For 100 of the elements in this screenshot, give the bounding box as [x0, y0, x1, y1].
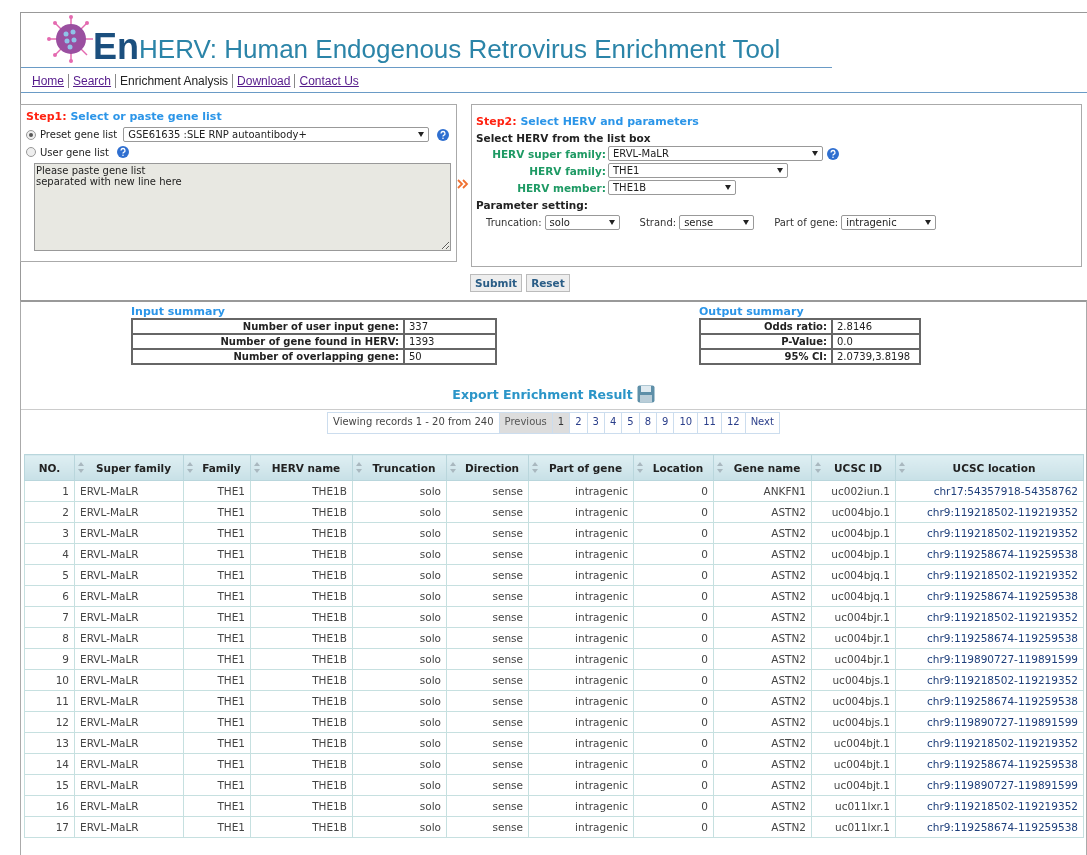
location-link[interactable]: chr9:119218502-119219352 [895, 669, 1084, 691]
summary-value: 2.8146 [832, 319, 920, 334]
table-cell: 0 [633, 774, 714, 796]
location-link[interactable]: chr9:119218502-119219352 [895, 732, 1084, 754]
table-cell: uc004bjr.1 [811, 648, 896, 670]
table-cell: uc004bjo.1 [811, 501, 896, 523]
table-cell: 0 [633, 543, 714, 565]
table-cell: ERVL-MaLR [74, 543, 184, 565]
table-cell: THE1B [250, 753, 353, 775]
column-header[interactable]: Super family [74, 454, 184, 481]
logo-text: En [93, 27, 139, 67]
column-header[interactable]: Location [633, 454, 714, 481]
table-cell: ASTN2 [713, 690, 812, 712]
table-cell: THE1 [183, 480, 251, 502]
location-link[interactable]: chr9:119218502-119219352 [895, 564, 1084, 586]
table-cell: ERVL-MaLR [74, 711, 184, 733]
herv-dropdown[interactable]: ERVL-MaLR [608, 146, 823, 161]
table-cell: solo [352, 606, 447, 628]
summary-label: 95% CI: [700, 349, 832, 364]
column-header[interactable]: Direction [446, 454, 529, 481]
nav-link[interactable]: Search [68, 74, 112, 88]
table-cell: ERVL-MaLR [74, 606, 184, 628]
table-cell: solo [352, 543, 447, 565]
table-cell: 0 [633, 501, 714, 523]
table-cell: sense [446, 585, 529, 607]
summary-value: 50 [404, 349, 496, 364]
option-label: Preset gene list [40, 129, 118, 140]
table-cell: intragenic [528, 501, 634, 523]
nav-link[interactable]: Contact Us [294, 74, 359, 88]
page-link[interactable]: 9 [656, 413, 674, 433]
parameter-dropdown[interactable]: sense [679, 215, 755, 230]
next-link[interactable]: Next [744, 413, 779, 433]
column-header[interactable]: NO. [24, 454, 75, 481]
field-label: HERV super family: [491, 147, 606, 160]
help-icon[interactable] [116, 146, 129, 158]
save-icon[interactable] [636, 385, 655, 403]
table-cell: intragenic [528, 585, 634, 607]
location-link[interactable]: chr9:119890727-119891599 [895, 774, 1084, 796]
column-header[interactable]: UCSC location [895, 454, 1084, 481]
location-link[interactable]: chr9:119258674-119259538 [895, 816, 1084, 838]
location-link[interactable]: chr9:119890727-119891599 [895, 648, 1084, 670]
location-link[interactable]: chr9:119258674-119259538 [895, 627, 1084, 649]
table-cell: sense [446, 711, 529, 733]
page-link[interactable]: 4 [603, 413, 622, 433]
reset-button[interactable]: Reset [526, 274, 570, 292]
table-cell: intragenic [528, 816, 634, 838]
column-header[interactable]: UCSC ID [811, 454, 896, 481]
table-cell: THE1B [250, 606, 353, 628]
nav-link[interactable]: Enrichment Analysis [115, 74, 229, 88]
table-cell: THE1 [183, 732, 251, 754]
page-link[interactable]: 8 [638, 413, 657, 433]
table-cell: THE1 [183, 606, 251, 628]
nav-link[interactable]: Home [32, 74, 64, 88]
nav-link[interactable]: Download [232, 74, 291, 88]
table-cell: intragenic [528, 543, 634, 565]
column-header[interactable]: HERV name [250, 454, 353, 481]
table-cell: intragenic [528, 690, 634, 712]
page-link[interactable]: 11 [697, 413, 721, 433]
radio-button[interactable] [26, 147, 36, 157]
table-cell: ASTN2 [713, 627, 812, 649]
location-link[interactable]: chr9:119218502-119219352 [895, 501, 1084, 523]
parameter-dropdown[interactable]: intragenic [841, 215, 937, 230]
table-cell: solo [352, 816, 447, 838]
gene-list-dropdown[interactable]: GSE61635 :SLE RNP autoantibody+ [123, 127, 430, 142]
help-icon[interactable] [437, 128, 450, 141]
location-link[interactable]: chr9:119258674-119259538 [895, 690, 1084, 712]
summary-title: Input summary [131, 305, 227, 318]
page-link[interactable]: 12 [720, 413, 745, 433]
location-link[interactable]: chr9:119258674-119259538 [895, 543, 1084, 565]
column-header[interactable]: Family [183, 454, 251, 481]
table-cell: solo [352, 732, 447, 754]
herv-dropdown[interactable]: THE1 [608, 163, 788, 178]
page-link[interactable]: 10 [673, 413, 698, 433]
table-cell: ERVL-MaLR [74, 480, 184, 502]
radio-button[interactable] [26, 129, 36, 140]
table-cell: uc004bjq.1 [811, 564, 896, 586]
table-cell: sense [446, 606, 529, 628]
location-link[interactable]: chr9:119890727-119891599 [895, 711, 1084, 733]
column-header[interactable]: Gene name [713, 454, 812, 481]
gene-list-textarea[interactable]: Please paste gene list separated with new line here [34, 163, 451, 251]
table-cell: uc004bjq.1 [811, 585, 896, 607]
column-header[interactable]: Truncation [352, 454, 447, 481]
table-cell: sense [446, 669, 529, 691]
herv-dropdown[interactable]: THE1B [608, 180, 736, 195]
location-link[interactable]: chr9:119218502-119219352 [895, 522, 1084, 544]
page-link[interactable]: 2 [569, 413, 587, 433]
column-header[interactable]: Part of gene [528, 454, 634, 481]
location-link[interactable]: chr9:119218502-119219352 [895, 606, 1084, 628]
parameter-dropdown[interactable]: solo [544, 215, 620, 230]
submit-button[interactable]: Submit [470, 274, 523, 292]
location-link[interactable]: chr9:119258674-119259538 [895, 753, 1084, 775]
page-link[interactable]: 3 [586, 413, 604, 433]
help-icon[interactable] [827, 147, 839, 160]
table-cell: THE1B [250, 501, 353, 523]
page-link[interactable]: 5 [621, 413, 639, 433]
location-link[interactable]: chr9:119258674-119259538 [895, 585, 1084, 607]
location-link[interactable]: chr9:119218502-119219352 [895, 795, 1084, 817]
table-cell: ERVL-MaLR [74, 753, 184, 775]
location-link[interactable]: chr17:54357918-54358762 [895, 480, 1084, 502]
table-cell: 0 [633, 669, 714, 691]
